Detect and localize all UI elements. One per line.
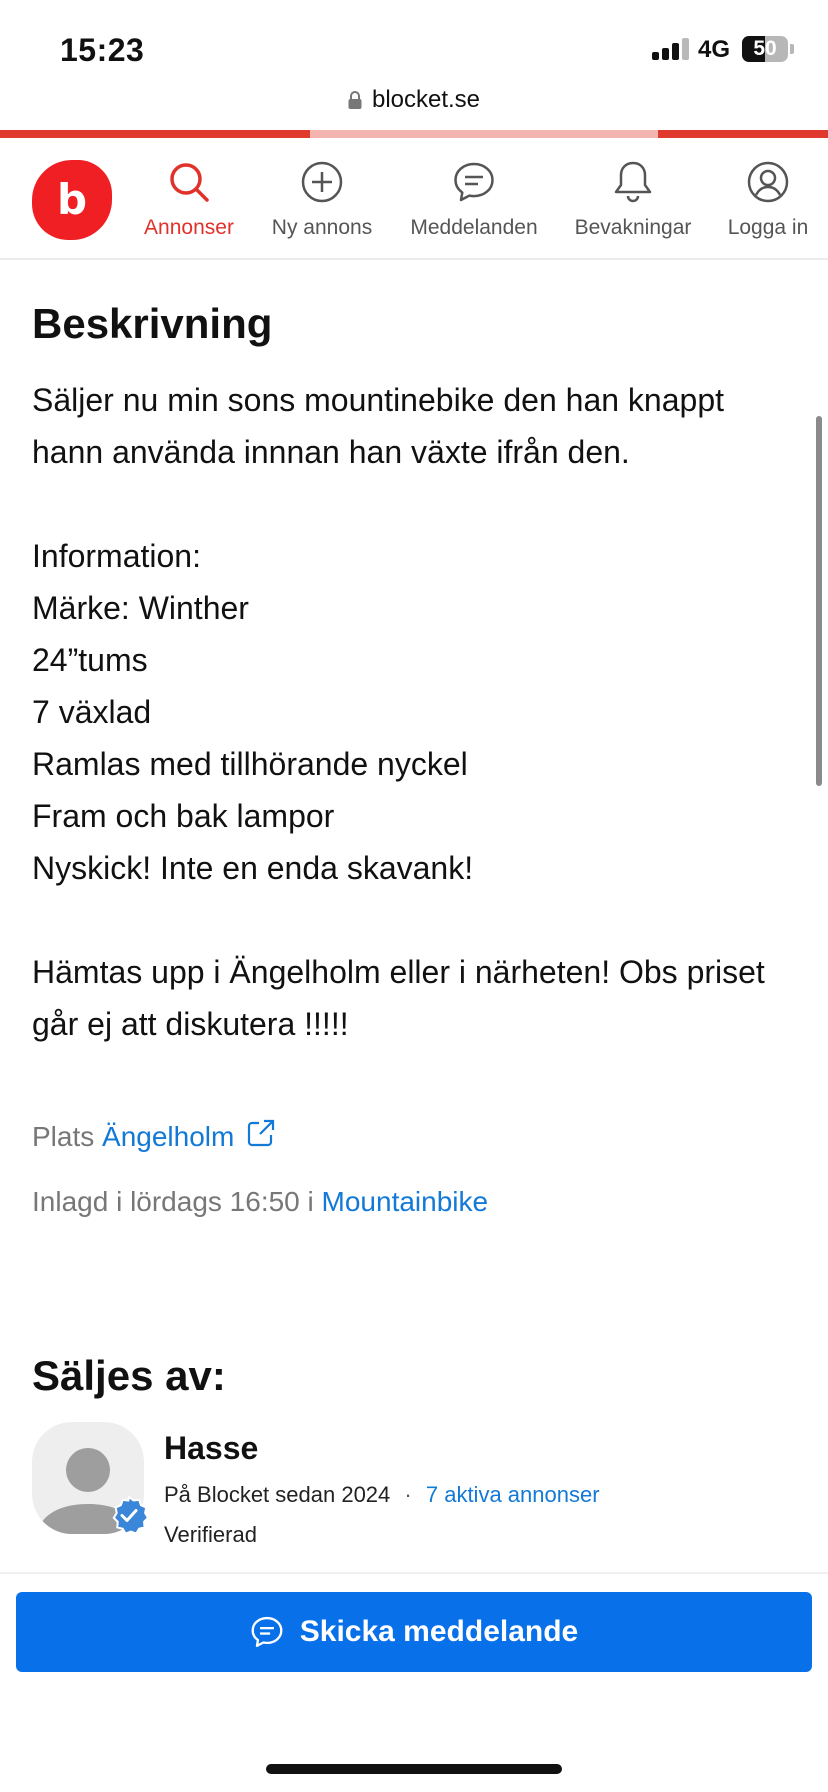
status-time: 15:23: [60, 32, 145, 68]
description-line: [32, 894, 802, 946]
status-bar: 15:23 4G 50: [0, 0, 828, 90]
battery-tip: [790, 44, 794, 54]
nav-item-annonser[interactable]: Annonser: [138, 158, 240, 248]
verified-badge-icon: [110, 1495, 150, 1535]
nav-label-ny-annons: Ny annons: [271, 216, 373, 239]
description-line: hann använda innnan han växte ifrån den.: [32, 434, 630, 470]
battery-icon: 50: [742, 36, 788, 62]
nav-item-ny-annons[interactable]: Ny annons: [266, 158, 378, 248]
battery-percentage: 50: [753, 37, 777, 60]
description-line: Märke: Winther: [32, 590, 249, 626]
description-line: Nyskick! Inte en enda skavank!: [32, 850, 474, 886]
nav-item-meddelanden[interactable]: Meddelanden: [404, 158, 544, 248]
user-circle-icon: [722, 158, 814, 206]
description-line: Information:: [32, 538, 201, 574]
cellular-signal-icon: [652, 38, 692, 60]
send-message-label: Skicka meddelande: [299, 1615, 579, 1648]
separator-dot: ·: [404, 1482, 412, 1507]
description-line: 7 växlad: [32, 694, 152, 730]
description-line: går ej att diskutera !!!!!: [32, 1006, 349, 1042]
ad-description-section: Beskrivning Säljer nu min sons mountineb…: [32, 300, 802, 1050]
url-text: blocket.se: [371, 86, 481, 113]
description-line: [32, 478, 802, 530]
description-line: Hämtas upp i Ängelholm eller i närheten!…: [32, 954, 765, 990]
seller-since-row: På Blocket sedan 2024 · 7 aktiva annonse…: [164, 1482, 600, 1508]
address-bar[interactable]: blocket.se: [0, 86, 828, 116]
page-load-stripe: [0, 130, 828, 138]
scrollbar[interactable]: [816, 416, 822, 786]
lock-icon: [348, 88, 362, 116]
seller-name: Hasse: [164, 1430, 259, 1466]
location-row: Plats Ängelholm: [32, 1118, 276, 1155]
posted-text: Inlagd i lördags 16:50 i: [32, 1186, 314, 1217]
search-icon: [138, 158, 240, 206]
send-message-button[interactable]: Skicka meddelande: [16, 1592, 812, 1672]
nav-item-bevakningar[interactable]: Bevakningar: [570, 158, 696, 248]
posted-row: Inlagd i lördags 16:50 i Mountainbike: [32, 1186, 488, 1218]
external-link-icon: [246, 1118, 276, 1155]
footer-divider: [0, 1572, 828, 1574]
description-line: 24”tums: [32, 642, 148, 678]
location-label: Plats: [32, 1121, 95, 1152]
description-line: Säljer nu min sons mountinebike den han …: [32, 382, 724, 418]
description-line: Fram och bak lampor: [32, 798, 335, 834]
chat-bubble-icon: [250, 1615, 284, 1649]
seller-since-text: På Blocket sedan 2024: [164, 1482, 391, 1507]
nav-label-bevakningar: Bevakningar: [574, 216, 692, 239]
description-text: Säljer nu min sons mountinebike den han …: [32, 374, 802, 1050]
location-value: Ängelholm: [102, 1121, 235, 1152]
top-navigation: b Annonser Ny annons Meddelanden Bevakni…: [0, 138, 828, 260]
seller-verified-status: Verifierad: [164, 1522, 257, 1547]
location-link[interactable]: Ängelholm: [102, 1118, 276, 1155]
chat-bubble-icon: [404, 158, 544, 206]
bell-icon: [570, 158, 696, 206]
home-indicator[interactable]: [266, 1764, 562, 1774]
nav-label-annonser: Annonser: [144, 216, 234, 239]
description-line: Ramlas med tillhörande nyckel: [32, 746, 468, 782]
blocket-logo[interactable]: b: [32, 160, 112, 240]
seller-heading: Säljes av:: [32, 1352, 226, 1399]
nav-label-logga-in: Logga in: [727, 216, 809, 239]
active-ads-link[interactable]: 7 aktiva annonser: [426, 1482, 600, 1507]
nav-label-meddelanden: Meddelanden: [410, 216, 538, 239]
network-type: 4G: [698, 36, 731, 63]
plus-circle-icon: [266, 158, 378, 206]
logo-letter: b: [56, 174, 88, 224]
description-heading: Beskrivning: [32, 300, 273, 347]
category-link[interactable]: Mountainbike: [322, 1186, 489, 1217]
nav-item-logga-in[interactable]: Logga in: [722, 158, 814, 248]
